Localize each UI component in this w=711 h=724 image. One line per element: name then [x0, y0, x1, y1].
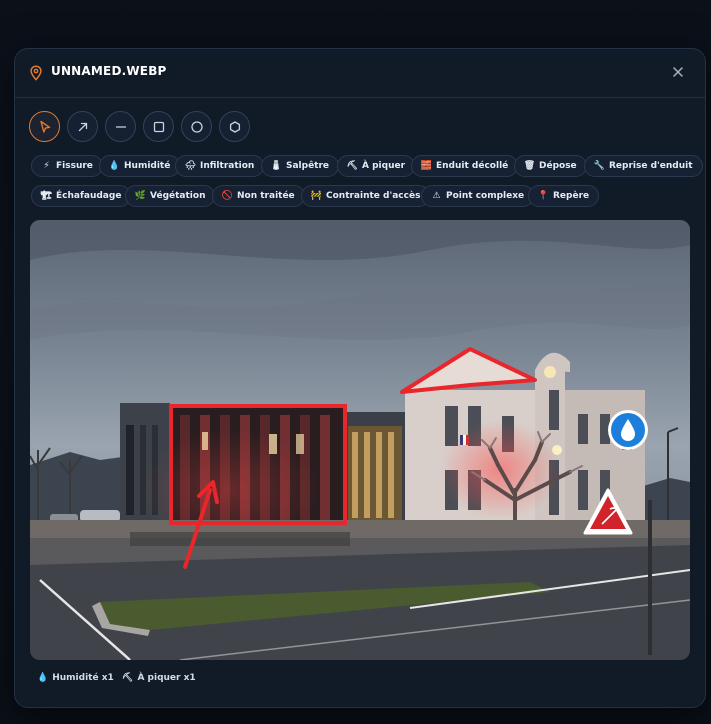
dialog-header: UNNAMED.WEBP [15, 49, 705, 98]
tag-depose[interactable]: 🗑 Dépose [514, 155, 587, 177]
brick-icon: 🧱 [420, 161, 433, 171]
tag-contrainte-acces[interactable]: 🚧 Contrainte d'accès [301, 185, 431, 207]
tag-non-traitee[interactable]: 🚫 Non traitée [212, 185, 305, 207]
count-humidite: 💧 Humidité x1 [37, 673, 114, 683]
tag-salpetre[interactable]: 🧂 Salpêtre [261, 155, 340, 177]
circle-icon [191, 121, 203, 133]
droplet-icon: 💧 [108, 161, 121, 171]
annotated-photo [30, 220, 690, 660]
tag-infiltration[interactable]: 🌧 Infiltration [175, 155, 265, 177]
tag-enduit-decolle[interactable]: 🧱 Enduit décollé [411, 155, 519, 177]
tag-point-complexe[interactable]: ⚠ Point complexe [421, 185, 535, 207]
rectangle-tool-button[interactable] [143, 111, 174, 142]
arrow-icon [78, 122, 88, 132]
tag-reprise-enduit[interactable]: 🔧 Reprise d'enduit [584, 155, 703, 177]
tag-label: Échafaudage [56, 191, 122, 201]
salt-icon: 🧂 [270, 161, 283, 171]
barrier-icon: 🚧 [310, 191, 323, 201]
tag-humidite[interactable]: 💧 Humidité [99, 155, 181, 177]
dialog-title: UNNAMED.WEBP [51, 64, 167, 78]
pickaxe-icon: ⛏ [346, 161, 359, 171]
pin-icon: 📍 [537, 191, 550, 201]
wrench-icon: 🔧 [593, 161, 606, 171]
image-annotation-dialog: UNNAMED.WEBP ⚡ Fissure 💧 Humidité 🌧 Infi… [14, 48, 706, 708]
line-tool-button[interactable] [105, 111, 136, 142]
hills [30, 452, 130, 520]
tag-label: Repère [553, 191, 590, 201]
lightning-icon: ⚡ [43, 161, 50, 171]
hexagon-icon [229, 121, 241, 133]
tag-label: Humidité [124, 161, 171, 171]
count-a-piquer: ⛏ À piquer x1 [122, 673, 196, 683]
rain-cloud-icon: 🌧 [184, 161, 197, 171]
leaf-icon: 🌿 [134, 191, 147, 201]
tag-label: À piquer [362, 161, 406, 171]
close-icon[interactable] [669, 63, 687, 81]
tag-fissure[interactable]: ⚡ Fissure [31, 155, 103, 177]
line-icon [115, 126, 127, 128]
square-icon [153, 121, 165, 133]
select-tool-button[interactable] [29, 111, 60, 142]
warning-icon: ⚠ [432, 191, 441, 201]
count-label: À piquer x1 [137, 673, 196, 683]
prohibited-icon: 🚫 [221, 191, 234, 201]
arrow-tool-button[interactable] [67, 111, 98, 142]
tag-label: Enduit décollé [436, 161, 509, 171]
tag-label: Non traitée [237, 191, 295, 201]
droplet-icon: 💧 [37, 673, 49, 683]
polygon-tool-button[interactable] [219, 111, 250, 142]
tag-label: Contrainte d'accès [326, 191, 421, 201]
annotation-canvas[interactable] [30, 220, 690, 660]
humidity-marker[interactable] [608, 410, 648, 450]
tag-repere[interactable]: 📍 Repère [528, 185, 600, 207]
pole [648, 500, 652, 655]
map-pin-icon [30, 65, 42, 81]
tag-vegetation[interactable]: 🌿 Végétation [125, 185, 216, 207]
circle-tool-button[interactable] [181, 111, 212, 142]
tag-echafaudage[interactable]: 🏗 Échafaudage [31, 185, 132, 207]
count-label: Humidité x1 [52, 673, 114, 683]
pickaxe-icon: ⛏ [122, 673, 134, 683]
tag-label: Végétation [150, 191, 206, 201]
tag-label: Fissure [56, 161, 93, 171]
tag-label: Dépose [539, 161, 577, 171]
tag-label: Salpêtre [286, 161, 330, 171]
tag-label: Point complexe [446, 191, 525, 201]
tag-label: Infiltration [200, 161, 255, 171]
tag-a-piquer[interactable]: ⛏ À piquer [337, 155, 416, 177]
trash-icon: 🗑 [523, 161, 536, 171]
tag-label: Reprise d'enduit [609, 161, 693, 171]
cursor-icon [40, 120, 51, 133]
scaffold-icon: 🏗 [40, 191, 53, 201]
